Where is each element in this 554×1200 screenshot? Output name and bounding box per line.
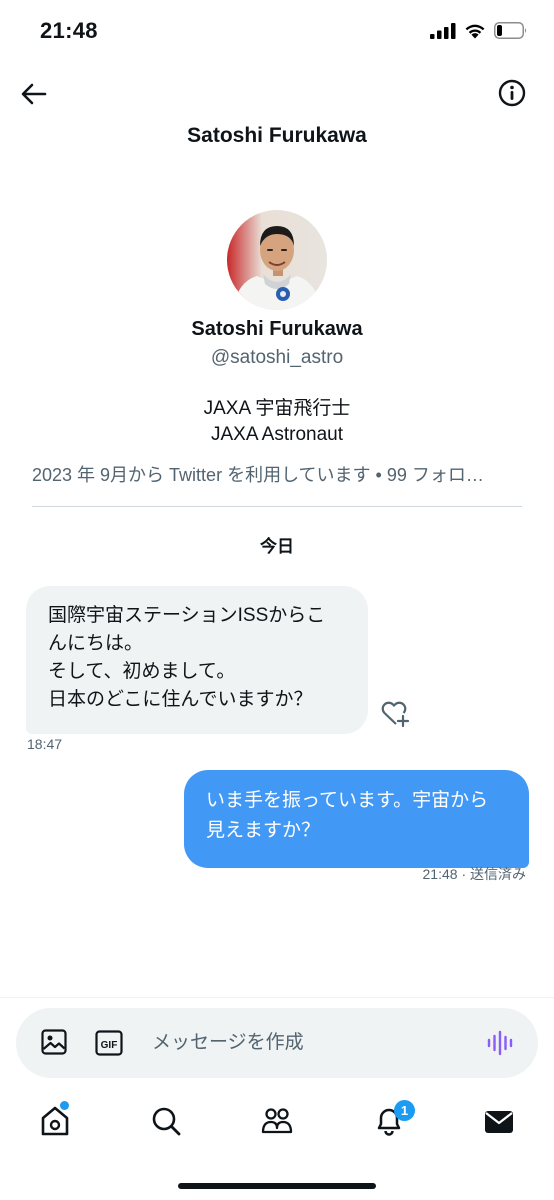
message-line: んにちは。: [48, 633, 144, 654]
communities-icon[interactable]: [261, 1104, 293, 1138]
incoming-message-bubble[interactable]: 国際宇宙ステーションISSからこ んにちは。 そして、初めまして。 日本のどこに…: [26, 586, 368, 734]
status-time: 21:48: [40, 18, 98, 43]
divider: [32, 506, 522, 507]
outgoing-message-bubble[interactable]: いま手を振っています。宇宙から 見えますか？: [184, 770, 529, 868]
back-arrow-icon[interactable]: [18, 78, 50, 110]
image-icon[interactable]: [40, 1028, 68, 1056]
message-input[interactable]: [152, 1029, 452, 1057]
home-indicator: [178, 1183, 376, 1189]
battery-icon: [494, 22, 527, 39]
profile-meta: 2023 年 9月から Twitter を利用しています • 99 フォロ…: [32, 465, 484, 485]
profile-bio: JAXA 宇宙飛行士 JAXA Astronaut: [0, 396, 554, 448]
message-timestamp: 18:47: [27, 736, 63, 752]
gif-icon[interactable]: GIF: [95, 1030, 123, 1056]
notifications-badge: 1: [394, 1100, 415, 1121]
message-line: 見えますか？: [206, 820, 321, 841]
composer-divider: [0, 997, 554, 998]
message-line: 日本のどこに住んでいますか？: [48, 689, 313, 710]
message-timestamp-sent: 21:48 · 送信済み: [422, 866, 526, 882]
voice-message-icon[interactable]: [486, 1029, 514, 1057]
status-icons: [430, 22, 528, 39]
message-line: いま手を振っています。宇宙から: [206, 790, 489, 811]
date-separator: 今日: [260, 537, 294, 556]
avatar[interactable]: [227, 210, 327, 310]
message-line: 国際宇宙ステーションISSからこ: [48, 605, 326, 626]
wifi-icon: [465, 24, 485, 38]
info-icon[interactable]: [498, 79, 526, 107]
home-notification-dot: [60, 1101, 69, 1110]
message-line: そして、初めまして。: [48, 661, 236, 682]
bio-line: JAXA 宇宙飛行士: [203, 398, 351, 419]
profile-handle: @satoshi_astro: [210, 347, 344, 368]
svg-text:GIF: GIF: [101, 1040, 118, 1051]
profile-name: Satoshi Furukawa: [191, 318, 363, 340]
search-icon[interactable]: [150, 1104, 182, 1138]
cellular-signal-icon: [430, 22, 456, 39]
add-reaction-icon[interactable]: [380, 700, 410, 728]
astronaut-portrait: [227, 210, 327, 310]
bio-line: JAXA Astronaut: [210, 424, 344, 445]
messages-mail-icon[interactable]: [483, 1104, 515, 1138]
conversation-title: Satoshi Furukawa: [187, 124, 367, 147]
